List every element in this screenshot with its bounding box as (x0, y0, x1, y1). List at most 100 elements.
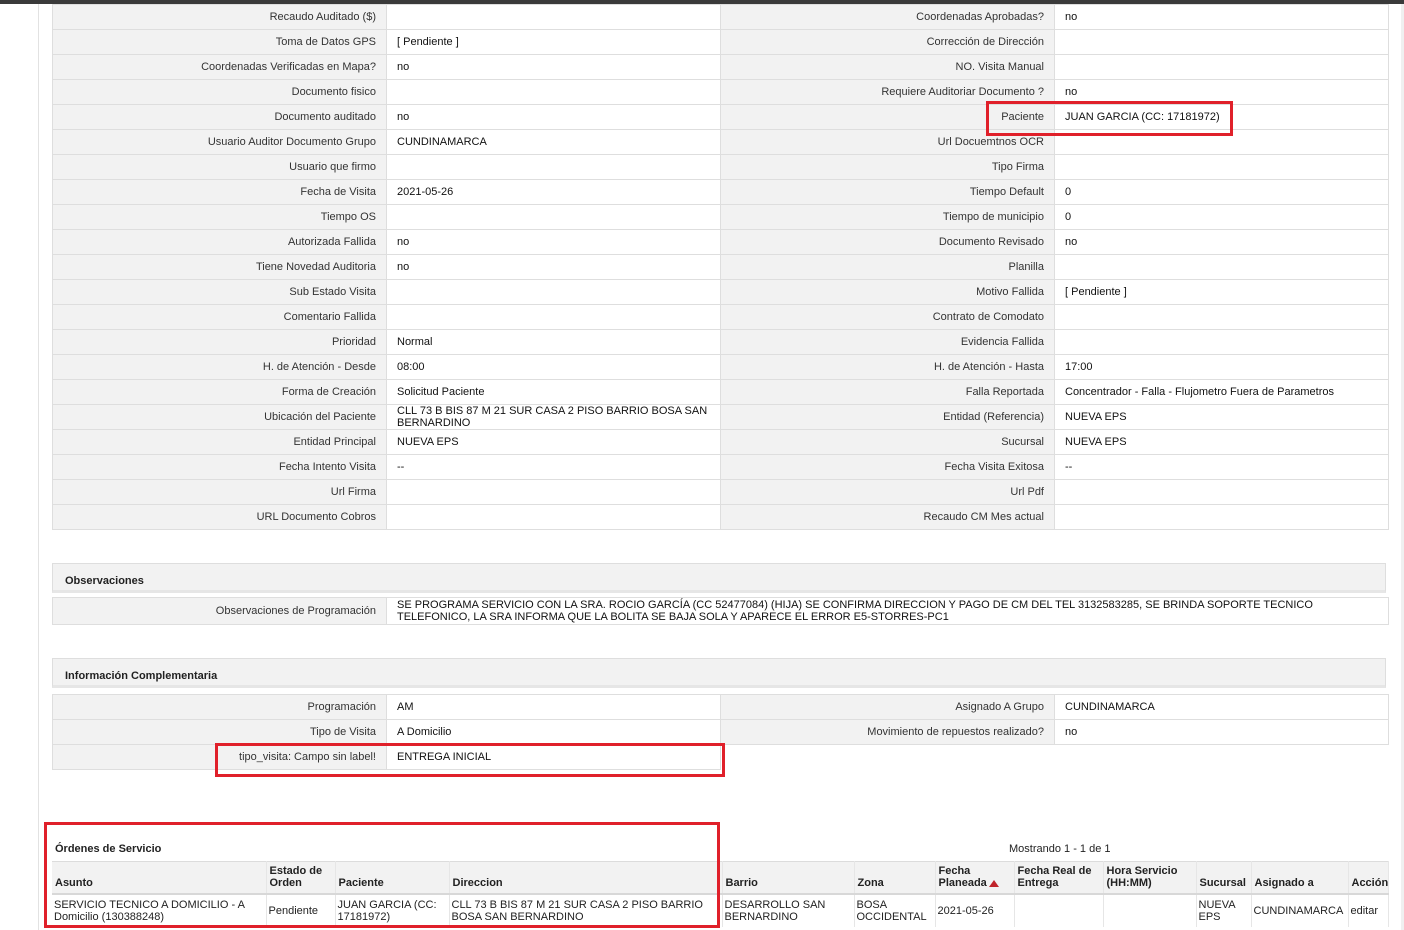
table-row[interactable]: SERVICIO TECNICO A DOMICILIO - A Domicil… (52, 893, 1389, 927)
field-label-falla-reportada: Falla Reportada (720, 379, 1055, 405)
field-label-tipo-de-visita: Tipo de Visita (52, 719, 387, 745)
field-label-h-de-atencion-hasta: H. de Atención - Hasta (720, 354, 1055, 380)
col-paciente[interactable]: Paciente (335, 861, 450, 894)
field-label-tiempo-default: Tiempo Default (720, 179, 1055, 205)
field-label-planilla: Planilla (720, 254, 1055, 280)
complementaria-table: Programación AM Asignado A Grupo CUNDINAMAR… (52, 694, 1389, 770)
field-label-requiere-auditoriar-documento: Requiere Auditoriar Documento ? (720, 79, 1055, 105)
field-value-url-firma (386, 479, 721, 505)
col-asignado[interactable]: Asignado a (1251, 861, 1349, 894)
field-value-planilla (1054, 254, 1389, 280)
field-value-asignado-a-grupo: CUNDINAMARCA (1054, 694, 1389, 720)
col-accion: Acción (1348, 861, 1389, 894)
field-value-requiere-auditoriar-documento: no (1054, 79, 1389, 105)
detail-row-9: Autorizada Fallida no Documento Revisado no (52, 229, 1389, 255)
col-asunto[interactable]: Asunto (52, 861, 267, 894)
field-label-documento-auditado: Documento auditado (52, 104, 387, 130)
field-label-coordenadas-aprobadas: Coordenadas Aprobadas? (720, 4, 1055, 30)
detail-row-1: Toma de Datos GPS[ Pendiente ] Corrección… (52, 29, 1389, 55)
col-direccion[interactable]: Direccion (449, 861, 723, 894)
field-value-tiempo-os (386, 204, 721, 230)
field-label-entidad-referencia: Entidad (Referencia) (720, 404, 1055, 430)
field-value-usuario-auditor-documento-grupo: CUNDINAMARCA (386, 129, 721, 155)
field-value: ENTREGA INICIAL (386, 744, 721, 770)
field-label-recaudo-cm-mes-actual: Recaudo CM Mes actual (720, 504, 1055, 530)
cell-sucursal: NUEVA EPS (1196, 893, 1252, 927)
field-label-contrato-de-comodato: Contrato de Comodato (720, 304, 1055, 330)
detail-row-13: Prioridad Normal Evidencia Fallida (52, 329, 1389, 355)
field-label-entidad-principal: Entidad Principal (52, 429, 387, 455)
cell-zona: BOSA OCCIDENTAL (854, 893, 936, 927)
detail-row-12: Comentario Fallida Contrato de Comodato (52, 304, 1389, 330)
edit-link[interactable]: editar (1351, 905, 1379, 917)
field-value-url-docuemtnos-ocr (1054, 129, 1389, 155)
detail-row-0: Recaudo Auditado ($) Coordenadas Aprobada… (52, 4, 1389, 30)
col-zona[interactable]: Zona (854, 861, 936, 894)
col-fecha-real[interactable]: Fecha Real de Entrega (1014, 861, 1104, 894)
detail-row-17: Entidad Principal NUEVA EPS Sucursal NUEVA … (52, 429, 1389, 455)
field-label-tiempo-os: Tiempo OS (52, 204, 387, 230)
col-estado[interactable]: Estado de Orden (266, 861, 336, 894)
cell-accion: editar (1348, 893, 1389, 927)
content-left-border (38, 4, 39, 930)
field-value-fecha-de-visita: 2021-05-26 (386, 179, 721, 205)
field-value-documento-revisado: no (1054, 229, 1389, 255)
field-value-ubicacion-del-paciente: CLL 73 B BIS 87 M 21 SUR CASA 2 PISO BAR… (386, 404, 721, 430)
detail-row-6: Usuario que firmo Tipo Firma (52, 154, 1389, 180)
field-label-url-firma: Url Firma (52, 479, 387, 505)
field-value-entidad-principal: NUEVA EPS (386, 429, 721, 455)
field-label-correccion-de-direccion: Corrección de Dirección (720, 29, 1055, 55)
field-value-prioridad: Normal (386, 329, 721, 355)
col-sucursal[interactable]: Sucursal (1196, 861, 1252, 894)
field-value-coordenadas-aprobadas: no (1054, 4, 1389, 30)
field-label-programacion: Programación (52, 694, 387, 720)
field-value-comentario-fallida (386, 304, 721, 330)
field-label-sub-estado-visita: Sub Estado Visita (52, 279, 387, 305)
field-value-recaudo-cm-mes-actual (1054, 504, 1389, 530)
field-label-h-de-atencion-desde: H. de Atención - Desde (52, 354, 387, 380)
field-label-prioridad: Prioridad (52, 329, 387, 355)
field-label-forma-de-creacion: Forma de Creación (52, 379, 387, 405)
field-label-fecha-visita-exitosa: Fecha Visita Exitosa (720, 454, 1055, 480)
field-value-falla-reportada: Concentrador - Falla - Flujometro Fuera … (1054, 379, 1389, 405)
ordenes-count: Mostrando 1 - 1 de 1 (1009, 843, 1111, 855)
detail-row-14: H. de Atención - Desde 08:00 H. de Atenció… (52, 354, 1389, 380)
field-label-toma-de-datos-gps: Toma de Datos GPS (52, 29, 387, 55)
observaciones-label: Observaciones de Programación (52, 597, 387, 625)
field-value-correccion-de-direccion (1054, 29, 1389, 55)
detail-row-2: Coordenadas Verificadas en Mapa? no NO. Vi… (52, 54, 1389, 80)
field-label-movimiento-de-repuestos-realizado: Movimiento de repuestos realizado? (720, 719, 1055, 745)
cell-fecha-real (1014, 893, 1104, 927)
field-value-movimiento-de-repuestos-realizado: no (1054, 719, 1389, 745)
col-barrio[interactable]: Barrio (722, 861, 855, 894)
field-value-h-de-atencion-desde: 08:00 (386, 354, 721, 380)
observaciones-table: Observaciones de Programación SE PROGRAM… (52, 597, 1389, 625)
detail-row-20: URL Documento Cobros Recaudo CM Mes actua… (52, 504, 1389, 530)
detail-row-4: Documento auditado no Paciente JUAN GARCIA … (52, 104, 1389, 130)
field-value-fecha-visita-exitosa: -- (1054, 454, 1389, 480)
detail-row-16: Ubicación del Paciente CLL 73 B BIS 87 M … (52, 404, 1389, 430)
sort-ascending-icon[interactable] (988, 879, 999, 887)
field-value-sucursal: NUEVA EPS (1054, 429, 1389, 455)
field-value-usuario-que-firmo (386, 154, 721, 180)
cell-asignado: CUNDINAMARCA (1251, 893, 1349, 927)
col-fecha-planeada[interactable]: Fecha Planeada (935, 861, 1015, 894)
ordenes-title: Órdenes de Servicio (55, 843, 162, 855)
field-label-comentario-fallida: Comentario Fallida (52, 304, 387, 330)
field-label-fecha-de-visita: Fecha de Visita (52, 179, 387, 205)
detail-row-8: Tiempo OS Tiempo de municipio 0 (52, 204, 1389, 230)
field-value-url-documento-cobros (386, 504, 721, 530)
field-label-recaudo-auditado: Recaudo Auditado ($) (52, 4, 387, 30)
ordenes-table: Asunto Estado de Orden Paciente Direccio… (52, 861, 1389, 927)
field-value-sub-estado-visita (386, 279, 721, 305)
field-label-no-visita-manual: NO. Visita Manual (720, 54, 1055, 80)
cell-barrio: DESARROLLO SAN BERNARDINO (722, 893, 855, 927)
field-value-tiempo-default: 0 (1054, 179, 1389, 205)
col-hora-servicio[interactable]: Hora Servicio (HH:MM) (1103, 861, 1197, 894)
ordenes-header-row: Asunto Estado de Orden Paciente Direccio… (52, 861, 1389, 894)
field-value-toma-de-datos-gps: [ Pendiente ] (386, 29, 721, 55)
detail-row-5: Usuario Auditor Documento Grupo CUNDINAMA… (52, 129, 1389, 155)
field-label-usuario-auditor-documento-grupo: Usuario Auditor Documento Grupo (52, 129, 387, 155)
field-label-url-documento-cobros: URL Documento Cobros (52, 504, 387, 530)
field-label-tiempo-de-municipio: Tiempo de municipio (720, 204, 1055, 230)
